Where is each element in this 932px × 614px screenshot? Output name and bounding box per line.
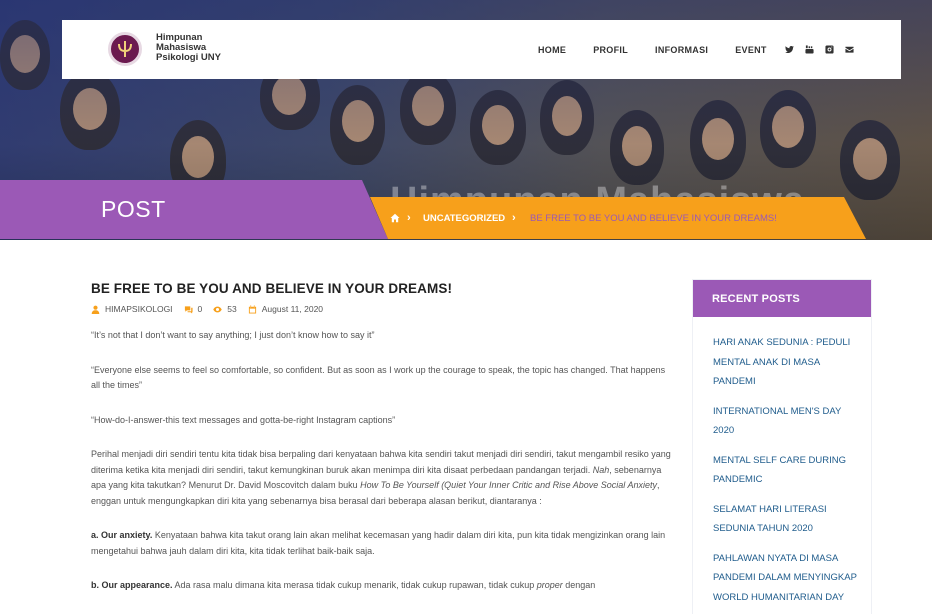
- recent-posts-widget: RECENT POSTS HARI ANAK SEDUNIA : PEDULI …: [692, 279, 872, 614]
- youtube-icon[interactable]: [804, 45, 814, 55]
- envelope-icon[interactable]: [844, 45, 854, 55]
- comment-count: 0: [197, 304, 203, 314]
- article-meta: HIMAPSIKOLOGI 0 53 August 11, 2020: [91, 304, 671, 314]
- page-title-banner: [0, 180, 388, 239]
- social-links: [784, 20, 864, 79]
- breadcrumb-current: BE FREE TO BE YOU AND BELIEVE IN YOUR DR…: [530, 212, 777, 224]
- eye-icon: [213, 306, 223, 312]
- home-icon[interactable]: [390, 211, 400, 225]
- views-meta: 53: [213, 304, 237, 314]
- site-logo-text[interactable]: Himpunan Mahasiswa Psikologi UNY: [156, 33, 221, 63]
- recent-post-link[interactable]: MENTAL SELF CARE DURING PANDEMIC: [713, 451, 861, 490]
- user-icon: [91, 305, 100, 314]
- article-paragraph: “How-do-I-answer-this text messages and …: [91, 414, 396, 425]
- nav-informasi[interactable]: INFORMASI: [655, 45, 708, 55]
- article-paragraph: Perihal menjadi diri sendiri tentu kita …: [91, 449, 671, 506]
- author-meta[interactable]: HIMAPSIKOLOGI: [91, 304, 173, 314]
- widget-header: RECENT POSTS: [693, 280, 871, 317]
- site-logo-emblem[interactable]: [108, 32, 142, 66]
- comments-icon: [184, 305, 193, 314]
- article-paragraph: b. Our appearance. Ada rasa malu dimana …: [91, 580, 596, 590]
- recent-post-link[interactable]: PAHLAWAN NYATA DI MASA PANDEMI DALAM MEN…: [713, 549, 861, 608]
- recent-posts-list: HARI ANAK SEDUNIA : PEDULI MENTAL ANAK D…: [693, 317, 871, 607]
- instagram-icon[interactable]: [824, 45, 834, 55]
- recent-post-link[interactable]: INTERNATIONAL MEN'S DAY 2020: [713, 402, 861, 441]
- logo-psi-icon: [118, 41, 132, 57]
- nav-profil[interactable]: PROFIL: [593, 45, 628, 55]
- article-paragraph: “Everyone else seems to feel so comforta…: [91, 364, 666, 391]
- recent-post-link[interactable]: HARI ANAK SEDUNIA : PEDULI MENTAL ANAK D…: [713, 333, 861, 392]
- page-title: POST: [101, 196, 166, 222]
- author-name: HIMAPSIKOLOGI: [105, 304, 173, 314]
- article-title: BE FREE TO BE YOU AND BELIEVE IN YOUR DR…: [91, 281, 453, 296]
- article-paragraph: a. Our anxiety. Kenyataan bahwa kita tak…: [91, 530, 666, 556]
- widget-title: RECENT POSTS: [712, 292, 800, 305]
- top-navbar: Himpunan Mahasiswa Psikologi UNY HOME PR…: [62, 20, 901, 79]
- article: BE FREE TO BE YOU AND BELIEVE IN YOUR DR…: [91, 281, 671, 613]
- breadcrumb-category[interactable]: UNCATEGORIZED: [423, 211, 505, 225]
- breadcrumb-separator-icon: ›: [407, 212, 411, 224]
- calendar-icon: [248, 304, 256, 314]
- twitter-icon[interactable]: [784, 45, 794, 55]
- main-nav: HOME PROFIL INFORMASI EVENT: [538, 20, 794, 79]
- date-meta: August 11, 2020: [248, 304, 323, 314]
- logo-line-3: Psikologi UNY: [156, 52, 221, 63]
- post-date: August 11, 2020: [261, 304, 324, 314]
- breadcrumb-separator-icon: ›: [512, 212, 516, 224]
- view-count: 53: [227, 304, 237, 314]
- recent-post-link[interactable]: SELAMAT HARI LITERASI SEDUNIA TAHUN 2020: [713, 500, 861, 539]
- article-paragraph: “It’s not that I don’t want to say anyth…: [91, 330, 375, 340]
- comments-meta[interactable]: 0: [184, 304, 203, 314]
- nav-event[interactable]: EVENT: [735, 45, 767, 55]
- nav-home[interactable]: HOME: [538, 45, 566, 55]
